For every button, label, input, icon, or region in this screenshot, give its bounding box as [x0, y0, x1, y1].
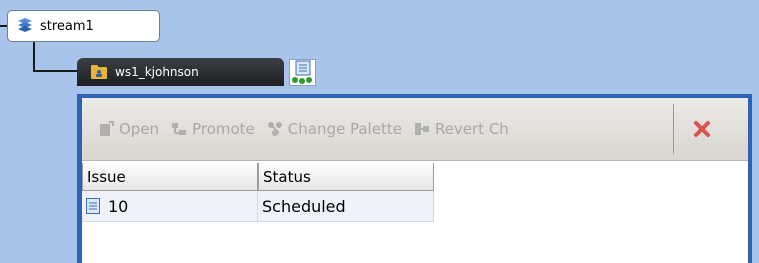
promote-button[interactable]: Promote	[171, 120, 255, 138]
issues-grid: Issue Status 10 Scheduled	[82, 163, 434, 222]
issues-panel-body: Open Promote Change Palette Revert Ch Is…	[82, 98, 748, 263]
change-palette-icon	[267, 122, 282, 136]
toolbar: Open Promote Change Palette Revert Ch	[82, 98, 748, 161]
revert-label: Revert Ch	[434, 120, 509, 138]
close-icon[interactable]	[693, 120, 711, 138]
open-button[interactable]: Open	[98, 120, 159, 138]
column-header-issue[interactable]: Issue	[82, 163, 258, 191]
issue-cell: 10	[82, 191, 258, 222]
status-cell: Scheduled	[258, 191, 434, 222]
promote-label: Promote	[192, 120, 255, 138]
stream-name: stream1	[40, 18, 94, 34]
connector-vertical	[33, 42, 35, 72]
workspace-node[interactable]: ws1_kjohnson	[77, 58, 284, 86]
open-label: Open	[119, 120, 160, 138]
workspace-folder-icon	[91, 65, 107, 79]
connector-horizontal	[33, 70, 79, 72]
revert-button[interactable]: Revert Ch	[414, 120, 509, 138]
issue-document-icon	[86, 198, 100, 214]
grid-header: Issue Status	[82, 163, 434, 191]
revert-icon	[414, 123, 429, 135]
issue-tree-icon	[292, 60, 312, 84]
table-row[interactable]: 10 Scheduled	[82, 191, 434, 222]
change-palette-label: Change Palette	[287, 120, 402, 138]
promote-icon	[172, 123, 187, 135]
stream-node[interactable]: stream1	[7, 10, 160, 42]
workspace-name: ws1_kjohnson	[115, 65, 199, 79]
change-palette-button[interactable]: Change Palette	[267, 120, 402, 138]
open-icon	[100, 121, 114, 136]
issue-number: 10	[108, 196, 129, 216]
issues-panel: Open Promote Change Palette Revert Ch Is…	[77, 94, 752, 263]
stream-icon	[18, 18, 32, 32]
toolbar-separator	[673, 104, 674, 154]
issue-tree-badge[interactable]	[289, 59, 316, 86]
column-header-status[interactable]: Status	[258, 163, 434, 191]
